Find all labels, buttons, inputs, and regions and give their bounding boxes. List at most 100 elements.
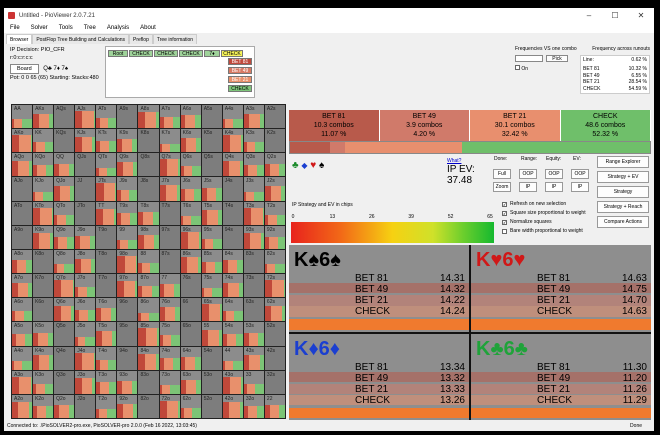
hand-cell[interactable]: 64o — [180, 346, 201, 370]
hand-cell[interactable]: AA — [12, 105, 33, 129]
hand-cell[interactable]: K9o — [33, 225, 54, 249]
spade-icon[interactable]: ♠ — [319, 160, 324, 171]
hand-cell[interactable]: A5s — [201, 105, 222, 129]
tab-browser[interactable]: Browser — [6, 34, 33, 44]
hand-cell[interactable]: 97o — [117, 274, 138, 298]
hand-cell[interactable]: T2s — [264, 201, 285, 225]
minimize-button[interactable]: – — [576, 8, 602, 23]
hand-cell[interactable]: T6s — [180, 201, 201, 225]
hand-cell[interactable]: A7s — [159, 105, 180, 129]
hand-cell[interactable]: J9o — [75, 225, 96, 249]
hand-cell[interactable]: J5o — [75, 322, 96, 346]
hand-cell[interactable]: KQo — [33, 153, 54, 177]
club-icon[interactable]: ♣ — [292, 160, 299, 171]
menu-tree[interactable]: Tree — [84, 23, 96, 33]
menu-file[interactable]: File — [10, 23, 20, 33]
tree-node-check[interactable]: CHECK — [228, 85, 252, 92]
hand-cell[interactable]: 33 — [243, 370, 264, 394]
hand-cell[interactable]: T4s — [222, 201, 243, 225]
hand-cell[interactable]: K7o — [33, 274, 54, 298]
hand-cell[interactable]: 55 — [201, 322, 222, 346]
tab-postflop[interactable]: PostFlop Tree Building and Calculations — [32, 34, 130, 44]
hand-cell[interactable]: 98s — [138, 225, 159, 249]
hand-cell[interactable]: T5o — [96, 322, 117, 346]
range-ip-button[interactable]: IP — [519, 182, 537, 192]
bar-width-checkbox[interactable]: Bare width proportional to weight — [502, 227, 594, 236]
hand-cell[interactable]: 53s — [243, 322, 264, 346]
hand-cell[interactable]: J8o — [75, 249, 96, 274]
ev-ip-button[interactable]: IP — [571, 182, 589, 192]
hand-cell[interactable]: Q9o — [54, 225, 75, 249]
hand-cell[interactable]: T7o — [96, 274, 117, 298]
hand-cell[interactable]: A7o — [12, 274, 33, 298]
tree-node-bet-21[interactable]: BET 21 — [228, 76, 252, 83]
hand-cell[interactable]: A3o — [12, 370, 33, 394]
hand-cell[interactable]: QJo — [54, 177, 75, 201]
combo-input[interactable] — [515, 54, 543, 62]
hand-cell[interactable]: 94o — [117, 346, 138, 370]
hand-cell[interactable]: T3o — [96, 370, 117, 394]
hand-cell[interactable]: K6s — [180, 129, 201, 153]
hand-cell[interactable]: 95o — [117, 322, 138, 346]
hand-cell[interactable]: KTs — [96, 129, 117, 153]
hand-cell[interactable]: J7o — [75, 274, 96, 298]
hand-cell[interactable]: T8o — [96, 249, 117, 274]
hand-cell[interactable]: 99 — [117, 225, 138, 249]
hand-cell[interactable]: ATo — [12, 201, 33, 225]
tree-node-check[interactable]: CHECK — [221, 50, 243, 57]
hand-cell[interactable]: AJo — [12, 177, 33, 201]
action-header[interactable]: BET 21 30.1 combos 32.42 % — [470, 110, 561, 141]
hand-cell[interactable]: K5s — [201, 129, 222, 153]
hand-cell[interactable]: 63s — [243, 298, 264, 322]
hand-cell[interactable]: 87s — [159, 249, 180, 274]
hand-cell[interactable]: A2s — [264, 105, 285, 129]
hand-cell[interactable]: Q4o — [54, 346, 75, 370]
tree-node-check[interactable]: CHECK — [129, 50, 153, 57]
strategy-reach-button[interactable]: Strategy + Reach — [597, 201, 649, 213]
hand-cell[interactable]: 84s — [222, 249, 243, 274]
hand-cell[interactable]: Q7o — [54, 274, 75, 298]
hand-cell[interactable]: 32o — [243, 394, 264, 418]
hand-cell[interactable]: 92o — [117, 394, 138, 418]
hand-cell[interactable]: AKs — [33, 105, 54, 129]
hand-cell[interactable]: A8s — [138, 105, 159, 129]
ev-oop-button[interactable]: OOP — [571, 169, 589, 179]
hand-cell[interactable]: 74o — [159, 346, 180, 370]
hand-cell[interactable]: 42s — [264, 346, 285, 370]
hand-cell[interactable]: 72s — [264, 274, 285, 298]
zoom-button[interactable]: Zoom — [493, 182, 511, 192]
hand-cell[interactable]: 77 — [159, 274, 180, 298]
hand-cell[interactable]: 87o — [138, 274, 159, 298]
hand-cell[interactable]: Q5s — [201, 153, 222, 177]
hand-cell[interactable]: 83s — [243, 249, 264, 274]
hand-cell[interactable]: J3s — [243, 177, 264, 201]
hand-cell[interactable]: K8s — [138, 129, 159, 153]
tree-node-bet-81[interactable]: BET 81 — [228, 58, 252, 65]
hand-cell[interactable]: Q3o — [54, 370, 75, 394]
hand-cell[interactable]: K4s — [222, 129, 243, 153]
hand-cell[interactable]: K3s — [243, 129, 264, 153]
hand-cell[interactable]: K6o — [33, 298, 54, 322]
hand-cell[interactable]: 73o — [159, 370, 180, 394]
hand-cell[interactable]: 95s — [201, 225, 222, 249]
hand-cell[interactable]: TT — [96, 201, 117, 225]
hand-cell[interactable]: Q2o — [54, 394, 75, 418]
hand-cell[interactable]: T9s — [117, 201, 138, 225]
hand-cell[interactable]: 32s — [264, 370, 285, 394]
hand-cell[interactable]: 97s — [159, 225, 180, 249]
hand-cell[interactable]: T2o — [96, 394, 117, 418]
hand-cell[interactable]: JTo — [75, 201, 96, 225]
hand-cell[interactable]: A5o — [12, 322, 33, 346]
combo-card[interactable]: K♦6♦ BET 81 13.34 BET 49 13.32 BET 21 13.33 CHE… — [289, 333, 469, 420]
hand-cell[interactable]: J6o — [75, 298, 96, 322]
action-header[interactable]: CHECK 48.6 combos 52.32 % — [560, 110, 651, 141]
tree-node-check[interactable]: CHECK — [154, 50, 178, 57]
board-button[interactable]: Board — [10, 64, 39, 74]
diamond-icon[interactable]: ◆ — [301, 161, 307, 170]
equity-ip-button[interactable]: IP — [545, 182, 563, 192]
hand-cell[interactable]: 63o — [180, 370, 201, 394]
hand-cell[interactable]: J7s — [159, 177, 180, 201]
hand-cell[interactable]: 22 — [264, 394, 285, 418]
hand-cell[interactable]: 65o — [180, 322, 201, 346]
hand-cell[interactable]: J4s — [222, 177, 243, 201]
